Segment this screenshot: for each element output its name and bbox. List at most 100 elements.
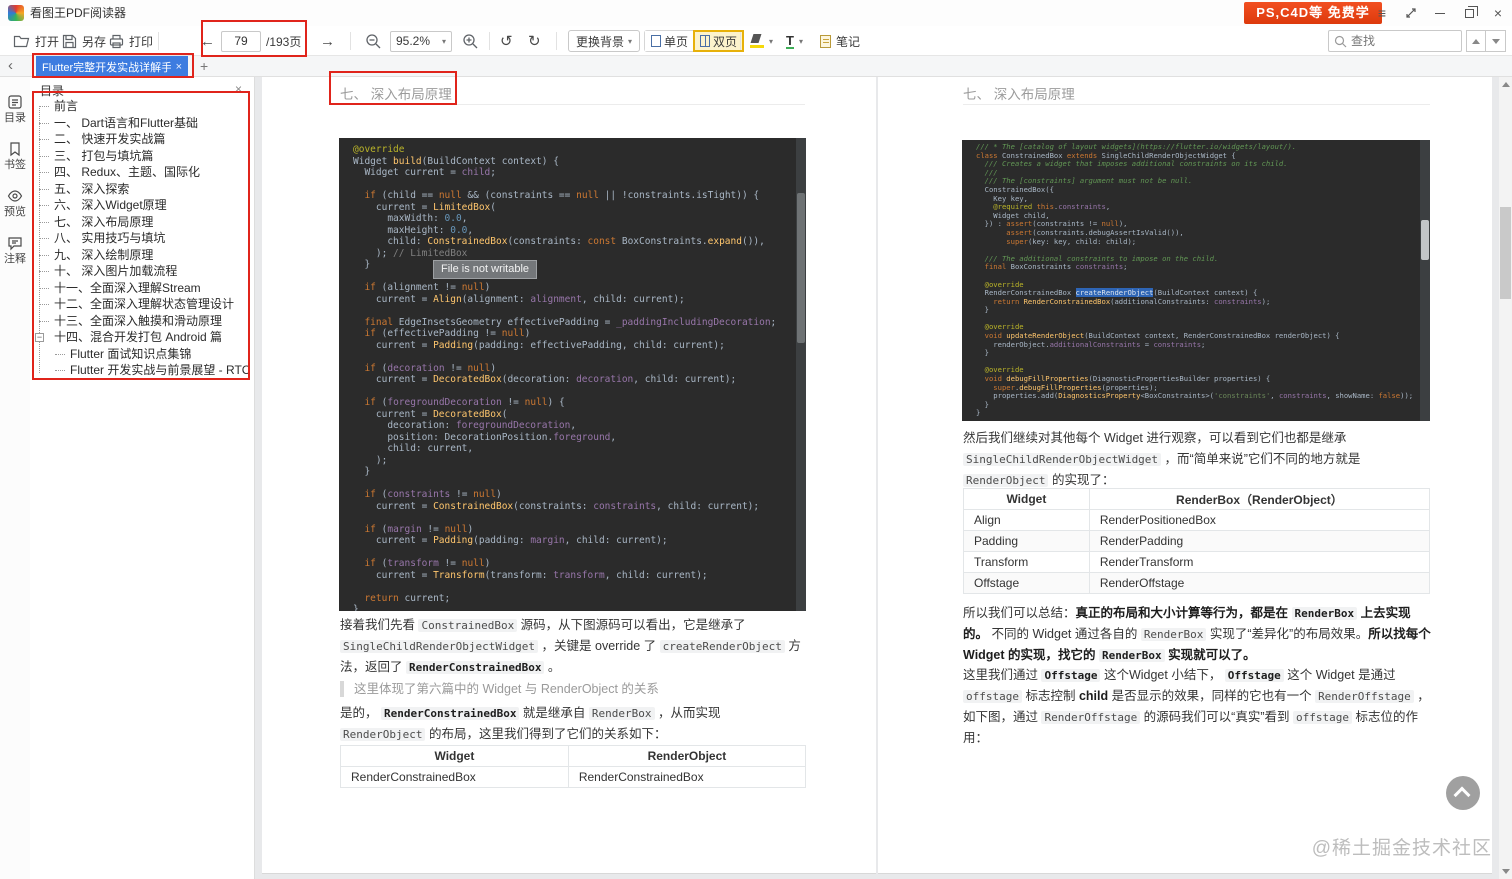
toc-item-label: 三、 打包与填坑篇	[54, 148, 154, 163]
undo-button[interactable]: ↺	[500, 26, 513, 56]
restore-icon[interactable]	[1459, 3, 1479, 23]
double-page-icon	[700, 35, 711, 47]
zoom-in-icon	[463, 33, 478, 48]
bookmark-icon	[10, 142, 20, 157]
find-next-button[interactable]	[1486, 30, 1506, 52]
panel-close-icon[interactable]: ×	[235, 82, 242, 96]
toc-item[interactable]: 十三、全面深入触摸和滑动原理	[34, 313, 252, 330]
sidebar-item-preview[interactable]: 预览	[0, 188, 30, 218]
watermark: @稀土掘金技术社区	[1311, 838, 1492, 859]
vertical-scrollbar[interactable]	[1499, 77, 1512, 879]
table-row: Padding RenderPadding	[963, 530, 1431, 552]
prev-page-button[interactable]: ←	[200, 26, 215, 56]
toc-item[interactable]: 十一、全面深入理解Stream	[34, 280, 252, 297]
toc-panel: 目录 × 前言 一、 Dart语言和Flutter基础 二、 快速开发实战篇 三、 打…	[30, 77, 255, 879]
minimize-icon[interactable]	[1430, 3, 1450, 23]
toc-item[interactable]: 六、 深入Widget原理	[34, 197, 252, 214]
sidebar-item-annotations[interactable]: 注释	[0, 235, 30, 265]
highlighter-button[interactable]: ▾	[750, 26, 773, 56]
change-background-button[interactable]: 更换背景 ▾	[568, 30, 641, 52]
toc-item[interactable]: 一、 Dart语言和Flutter基础	[34, 115, 252, 132]
save-as-button[interactable]: 另存	[62, 26, 106, 56]
sidebar-item-bookmarks[interactable]: 书签	[0, 141, 30, 171]
table-cell: Align	[963, 509, 1090, 531]
page-number-input[interactable]	[221, 30, 261, 52]
new-tab-icon[interactable]: +	[200, 58, 208, 74]
toc-item-label: 十二、全面深入理解状态管理设计	[54, 297, 235, 311]
toc-item[interactable]: − 十四、混合开发打包 Android 篇	[34, 329, 252, 346]
print-button[interactable]: 打印	[109, 26, 153, 56]
zoom-out-button[interactable]	[365, 26, 382, 56]
back-button[interactable]: ‹	[8, 57, 13, 74]
zoom-out-icon	[366, 33, 381, 48]
promo-banner[interactable]: PS,C4D等 免费学	[1244, 2, 1382, 24]
note-icon	[820, 34, 831, 48]
menu-icon[interactable]: ≡	[1372, 3, 1392, 23]
table-cell: Transform	[963, 551, 1090, 573]
zoom-in-button[interactable]	[462, 26, 479, 56]
find-previous-button[interactable]	[1466, 30, 1486, 52]
pdf-page-left: 七、 深入布局原理 @override Widget build(BuildCon…	[262, 77, 876, 874]
toc-item[interactable]: 九、 深入绘制原理	[34, 247, 252, 264]
toc-item[interactable]: Flutter 开发实战与前景展望 - RTC Dev I	[34, 362, 252, 379]
fullscreen-icon[interactable]	[1401, 3, 1421, 23]
toc-panel-title: 目录	[40, 84, 65, 98]
toc-item[interactable]: 十二、全面深入理解状态管理设计	[34, 296, 252, 313]
toc-item-label: 六、 深入Widget原理	[54, 198, 167, 212]
collapse-icon[interactable]: −	[35, 333, 44, 342]
toc-icon	[8, 95, 22, 109]
relation-table: Widget RenderObject RenderConstrainedBox Re…	[340, 745, 807, 788]
zoom-level-value: 95.2%	[396, 34, 431, 48]
double-page-button[interactable]: 双页	[693, 30, 745, 52]
document-area: 七、 深入布局原理 @override Widget build(BuildCon…	[255, 77, 1512, 879]
highlighter-icon	[750, 34, 764, 48]
sidebar-item-toc[interactable]: 目录	[0, 94, 30, 124]
search-input[interactable]	[1351, 34, 1451, 48]
app-title: 看图王PDF阅读器	[30, 6, 127, 20]
toc-item-label: 二、 快速开发实战篇	[54, 132, 166, 146]
toc-item-label: Flutter 面试知识点集锦	[70, 346, 192, 361]
toc-item[interactable]: 前言	[34, 98, 252, 115]
document-tab[interactable]: Flutter完整开发实战详解手册.p ×	[36, 56, 188, 77]
table-row: Align RenderPositionedBox	[963, 509, 1431, 531]
paragraph: 接着我们先看 ConstrainedBox 源码，从下图源码可以看出，它是继承了…	[340, 618, 801, 674]
table-row: RenderConstrainedBox RenderConstrainedBox	[340, 766, 807, 788]
scroll-down-icon[interactable]	[1502, 869, 1510, 874]
scroll-to-top-button[interactable]	[1446, 776, 1480, 810]
open-button[interactable]: 打开	[13, 26, 59, 56]
toc-item[interactable]: 五、 深入探索	[34, 181, 252, 198]
save-icon	[62, 34, 77, 48]
blockquote: 这里体现了第六篇中的 Widget 与 RenderObject 的关系	[340, 681, 792, 697]
toc-item[interactable]: 七、 深入布局原理	[34, 214, 252, 231]
toc-item[interactable]: 三、 打包与填坑篇	[34, 148, 252, 165]
scrollbar-thumb[interactable]	[1500, 207, 1511, 299]
single-page-button[interactable]: 单页	[645, 31, 695, 51]
zoom-level-select[interactable]: 95.2% ▾	[390, 30, 452, 52]
search-box[interactable]	[1328, 30, 1462, 52]
toc-item[interactable]: 八、 实用技巧与填坑	[34, 230, 252, 247]
table-cell: Offstage	[963, 572, 1090, 594]
chevron-down-icon: ▾	[441, 36, 446, 46]
chevron-down-icon: ▾	[798, 36, 803, 46]
toc-item-label: 八、 实用技巧与填坑	[54, 231, 166, 245]
text-tool-button[interactable]: T ▾	[786, 26, 803, 56]
next-page-button[interactable]: →	[320, 26, 335, 56]
redo-button[interactable]: ↻	[528, 26, 541, 56]
toc-item[interactable]: 二、 快速开发实战篇	[34, 131, 252, 148]
toc-item-label: 十一、全面深入理解Stream	[54, 280, 201, 295]
toc-item[interactable]: 四、 Redux、主题、国际化	[34, 164, 252, 181]
paragraph: 是的， RenderConstrainedBox 就是继承自 RenderBox…	[340, 706, 721, 741]
page-total-label: /193页	[266, 34, 302, 49]
paragraph: 所以我们可以总结：真正的布局和大小计算等行为，都是在 RenderBox 上去实…	[963, 606, 1431, 662]
scroll-up-icon[interactable]	[1502, 82, 1510, 87]
table-cell: RenderConstrainedBox	[567, 766, 807, 788]
close-icon[interactable]: ×	[1488, 3, 1508, 23]
toc-item-label: 九、 深入绘制原理	[54, 247, 154, 262]
toc-item[interactable]: 十、 深入图片加载流程	[34, 263, 252, 280]
tab-close-icon[interactable]: ×	[176, 61, 182, 73]
arrow-left-icon: ←	[200, 32, 215, 50]
table-row: Offstage RenderOffstage	[963, 572, 1431, 594]
note-button[interactable]: 笔记	[820, 26, 860, 56]
tooltip: File is not writable	[433, 260, 538, 279]
toc-item[interactable]: Flutter 面试知识点集锦	[34, 346, 252, 363]
